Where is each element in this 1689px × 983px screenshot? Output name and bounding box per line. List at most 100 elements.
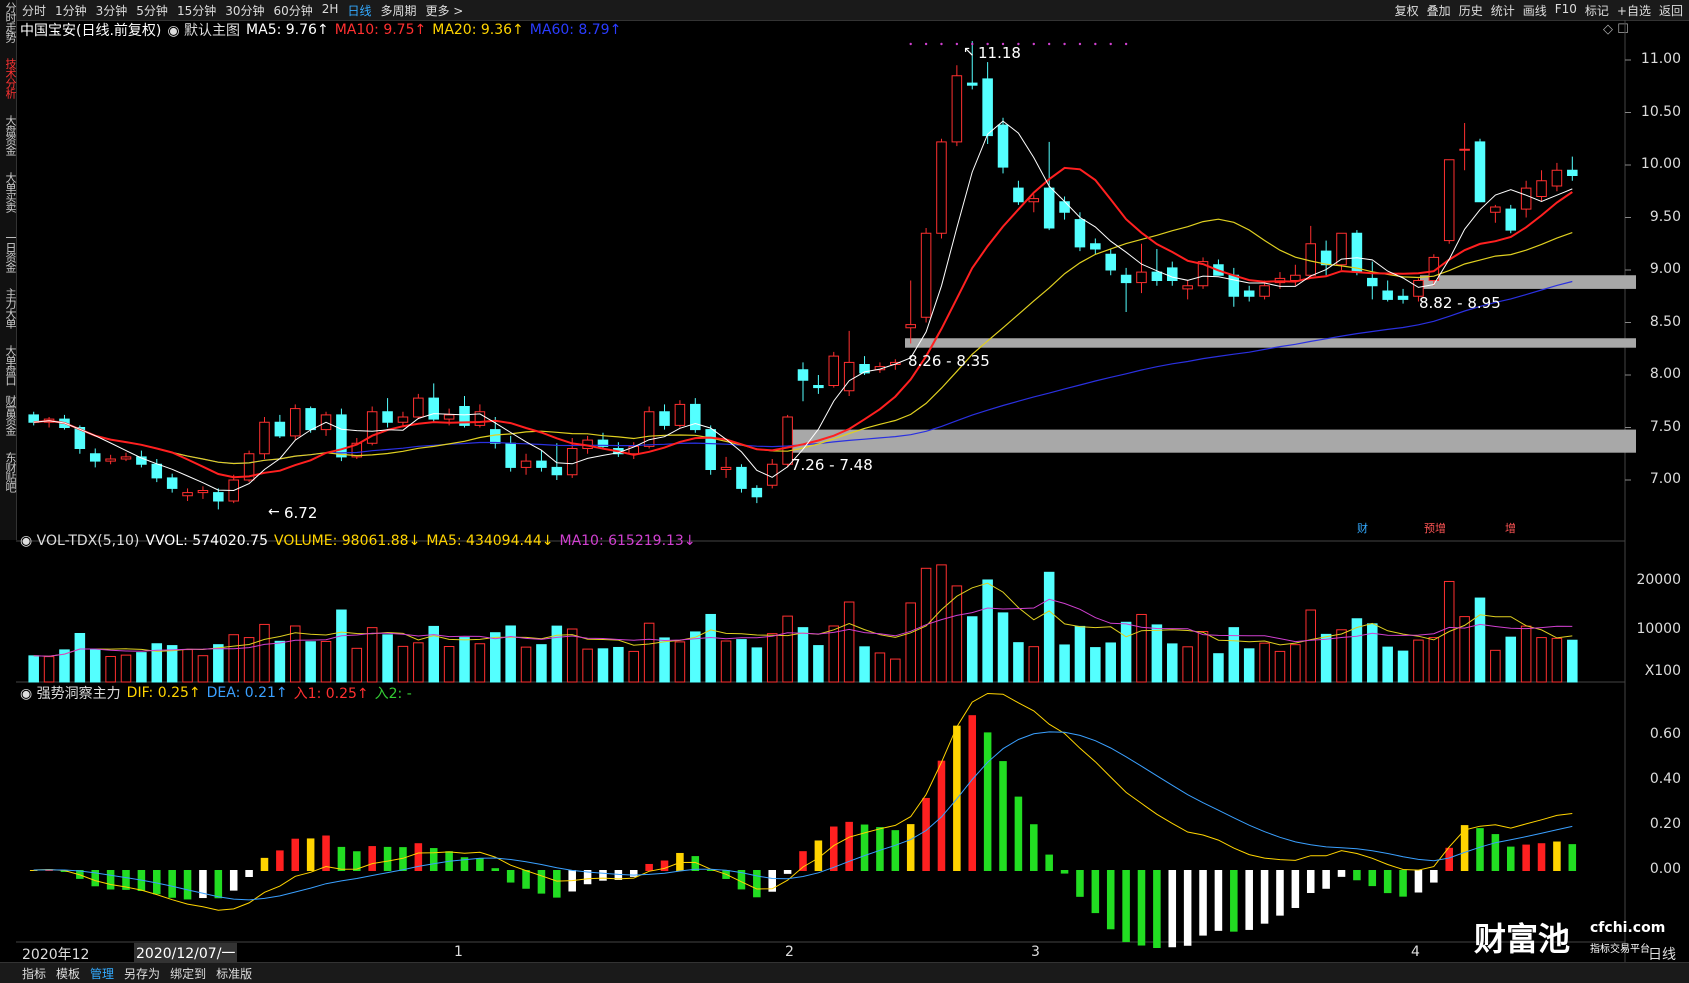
- indicator-bar: [1353, 870, 1361, 881]
- indicator-bar: [1199, 870, 1207, 936]
- candle-body: [1474, 141, 1486, 203]
- indicator-bar: [1306, 870, 1315, 894]
- volume-bar: [997, 612, 1009, 683]
- volume-bar: [1213, 653, 1224, 683]
- candle-body: [1290, 274, 1301, 281]
- circle-chevron-icon: ◉: [20, 533, 33, 549]
- bottom-tab[interactable]: 绑定到: [170, 965, 206, 982]
- support-zone-2: [905, 338, 1636, 348]
- indicator-bar: [1260, 870, 1269, 924]
- volume-bar: [1243, 648, 1255, 683]
- volume-bar: [1151, 624, 1163, 683]
- indicator-bar: [245, 870, 253, 878]
- volume-bar: [1090, 647, 1101, 683]
- signal-dot: [924, 42, 928, 46]
- indicator-bar: [660, 860, 669, 871]
- candle-body: [490, 429, 501, 444]
- zone2-label: 8.26 - 8.35: [908, 352, 990, 370]
- event-tag-report[interactable]: 财: [1357, 520, 1368, 536]
- indicator-bar: [1060, 870, 1069, 874]
- volume-bar: [1382, 646, 1393, 683]
- candle-body: [1382, 290, 1393, 300]
- indicator-bar: [491, 868, 500, 871]
- volume-bar: [843, 601, 855, 683]
- indicator-bar: [1522, 844, 1530, 871]
- indicator-bar: [629, 870, 638, 877]
- volume-unit: X100: [1644, 663, 1681, 679]
- signal-dot: [940, 42, 943, 46]
- candle-body: [1151, 271, 1163, 282]
- indicator-bar: [1030, 824, 1038, 871]
- candle-body: [551, 466, 563, 476]
- candle-body: [274, 421, 286, 437]
- candle-body: [1305, 243, 1317, 276]
- volume-bar: [1351, 618, 1363, 683]
- volume-bar: [89, 648, 101, 683]
- event-tag-preincrease[interactable]: 预增: [1424, 520, 1446, 536]
- indicator-bar: [1553, 841, 1561, 871]
- signal-dot: [1047, 42, 1051, 46]
- candle-body: [1459, 148, 1470, 151]
- volume-bar: [551, 625, 563, 683]
- indicator-bar: [1537, 843, 1546, 871]
- indicator-bar: [1476, 828, 1484, 871]
- price-tick: 7.00: [1649, 471, 1681, 487]
- candle-body: [966, 82, 978, 86]
- bottom-tab[interactable]: 管理: [90, 965, 114, 982]
- candle-body: [151, 463, 163, 479]
- volume-bar: [1505, 636, 1517, 683]
- low-arrow-icon: ←: [268, 504, 280, 520]
- indicator-bar: [830, 826, 838, 871]
- bottom-tab[interactable]: 标准版: [216, 965, 252, 982]
- bottom-tab[interactable]: 指标: [22, 965, 46, 982]
- x-label-dec: 2020年12: [22, 947, 90, 963]
- volume-bar: [413, 642, 424, 683]
- candle-body: [397, 416, 409, 423]
- indicator-label: 强势洞察主力: [36, 686, 121, 702]
- candle-body: [1043, 187, 1055, 229]
- in1-value: 入1: 0.25↑: [293, 686, 369, 702]
- kline-chart[interactable]: [0, 0, 1689, 982]
- indicator-bar: [1383, 870, 1392, 894]
- volume-bar: [813, 645, 824, 683]
- volume-bar: [705, 613, 716, 683]
- bottom-tab[interactable]: 另存为: [124, 965, 160, 982]
- candle-body: [1120, 274, 1132, 284]
- candle-body: [813, 385, 824, 389]
- volume-bar: [582, 648, 593, 683]
- volume-bar: [674, 641, 686, 683]
- volume-indicator-name[interactable]: ◉ VOL-TDX(5,10): [20, 533, 139, 549]
- bottom-tab[interactable]: 模板: [56, 965, 80, 982]
- indicator-bar: [1368, 870, 1377, 887]
- indicator-bar: [368, 846, 376, 871]
- price-tick: 9.00: [1649, 261, 1681, 277]
- indicator-name[interactable]: ◉ 强势洞察主力: [20, 683, 121, 703]
- candle-body: [920, 232, 932, 318]
- candle-body: [105, 458, 116, 462]
- candle-body: [182, 492, 193, 497]
- candle-body: [1243, 290, 1255, 297]
- volume-bar: [1536, 637, 1547, 683]
- indicator-bar: [260, 857, 269, 871]
- candle-body: [905, 324, 916, 329]
- volume-bar: [74, 632, 86, 683]
- indicator-bar: [599, 870, 607, 881]
- indicator-bar: [106, 870, 115, 890]
- candle-body: [1028, 198, 1040, 203]
- indicator-bar: [1045, 854, 1053, 871]
- x-label-mar: 3: [1031, 944, 1040, 960]
- volume-bar: [1043, 571, 1055, 683]
- indicator-bar: [922, 797, 930, 871]
- volume-bar: [520, 646, 532, 683]
- signal-dot: [909, 42, 912, 46]
- candle-body: [259, 421, 270, 455]
- indicator-bar: [1414, 870, 1423, 893]
- candle-body: [1059, 201, 1070, 213]
- event-tag-increase[interactable]: 增: [1505, 520, 1516, 536]
- volume-ma10-value: MA10: 615219.13↓: [559, 533, 696, 549]
- volume-tick: 20000: [1636, 572, 1681, 588]
- volume-bar: [197, 655, 209, 683]
- indicator-bar: [383, 846, 392, 871]
- candle-body: [843, 361, 855, 392]
- candle-body: [720, 466, 732, 470]
